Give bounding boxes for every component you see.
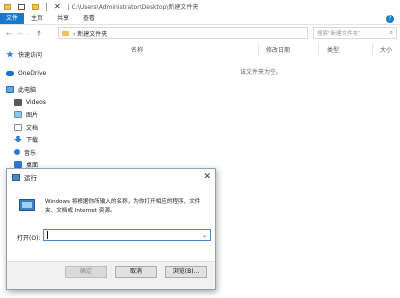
computer-icon [6,85,14,93]
properties-icon[interactable] [18,3,25,10]
delete-icon[interactable]: ✕ [54,2,61,11]
desktop-icon [14,160,22,168]
nav-item-label: 文档 [26,124,39,132]
nav-item-music[interactable]: 音乐 [14,147,36,157]
search-placeholder: 搜索"新建文件夹" [317,31,361,37]
column-divider [318,44,319,54]
run-dialog-title: 运行 [24,174,37,182]
cloud-icon [6,70,14,76]
nav-item-downloads[interactable]: 下载 [14,134,38,144]
chevron-down-icon[interactable]: ⌄ [202,232,207,239]
star-icon [6,50,14,58]
column-divider [258,44,259,54]
nav-item-documents[interactable]: 文档 [14,122,38,132]
folder-icon [62,30,69,36]
run-dialog-title-bar[interactable]: 运行 [7,169,215,185]
nav-item-label: 下载 [26,136,39,144]
tab-file[interactable]: 文件 [0,13,25,24]
nav-item-label: OneDrive [18,69,47,77]
column-header-modified[interactable]: 修改日期 [266,45,290,54]
nav-item-label: 此电脑 [18,86,37,94]
search-input[interactable]: 搜索"新建文件夹" ⌕ [313,27,397,39]
close-button[interactable]: ✕ [203,171,211,183]
cancel-button[interactable]: 取消 [115,266,157,278]
column-header-size[interactable]: 大小 [380,45,392,54]
help-icon[interactable]: ? [386,15,394,23]
column-header-name[interactable]: 名称 [131,45,143,54]
folder-icon [4,3,11,10]
open-label: 打开(O): [17,235,41,242]
run-program-icon [19,199,35,211]
open-combobox[interactable]: ⌄ [43,229,211,241]
title-bar: ✕ | C:\Users\Administrator\Desktop\新建文件夹 [0,0,400,13]
ribbon-tabs: 文件 主页 共享 查看 ? [0,13,400,25]
nav-item-videos[interactable]: Videos [14,97,46,107]
tab-home[interactable]: 主页 [24,13,50,24]
ok-button[interactable]: 确定 [65,266,107,278]
window-title-path: | C:\Users\Administrator\Desktop\新建文件夹 [67,4,199,11]
address-path: › 新建文件夹 [73,30,108,38]
run-icon [12,173,20,181]
search-icon: ⌕ [389,29,393,36]
browse-button[interactable]: 浏览(B)... [165,266,207,278]
empty-folder-message: 该文件夹为空。 [240,69,283,76]
back-button[interactable]: ← [4,30,14,38]
column-header-type[interactable]: 类型 [327,45,339,54]
recent-locations-chevron-icon[interactable]: ⌄ [24,31,34,37]
document-icon [14,123,22,131]
nav-item-label: Videos [26,98,46,106]
nav-item-pictures[interactable]: 图片 [14,109,38,119]
tab-share[interactable]: 共享 [50,13,76,24]
divider [46,2,47,11]
nav-item-this-pc[interactable]: 此电脑 [6,84,36,94]
run-dialog: 运行 ✕ Windows 将根据你所输入的名称，为你打开相应的程序、文件夹、文档… [6,168,216,290]
new-folder-icon[interactable] [32,3,39,10]
forward-button[interactable]: → [14,30,24,38]
video-icon [14,98,22,106]
nav-item-label: 快速访问 [18,51,43,59]
column-divider [372,44,373,54]
music-icon [14,149,20,155]
nav-item-label: 图片 [26,111,39,119]
nav-item-label: 音乐 [24,149,37,157]
up-button[interactable]: ↑ [34,30,44,38]
address-toolbar: ← → ⌄ ↑ › 新建文件夹 搜索"新建文件夹" ⌕ [0,26,400,41]
text-caret [47,231,48,239]
tab-view[interactable]: 查看 [76,13,102,24]
picture-icon [14,110,22,118]
nav-item-onedrive[interactable]: OneDrive [6,68,46,78]
download-icon [14,135,22,143]
address-bar[interactable]: › 新建文件夹 [58,27,308,39]
run-description: Windows 将根据你所输入的名称，为你打开相应的程序、文件夹、文档或 Int… [45,199,201,214]
nav-item-quick-access[interactable]: 快速访问 [6,49,42,59]
